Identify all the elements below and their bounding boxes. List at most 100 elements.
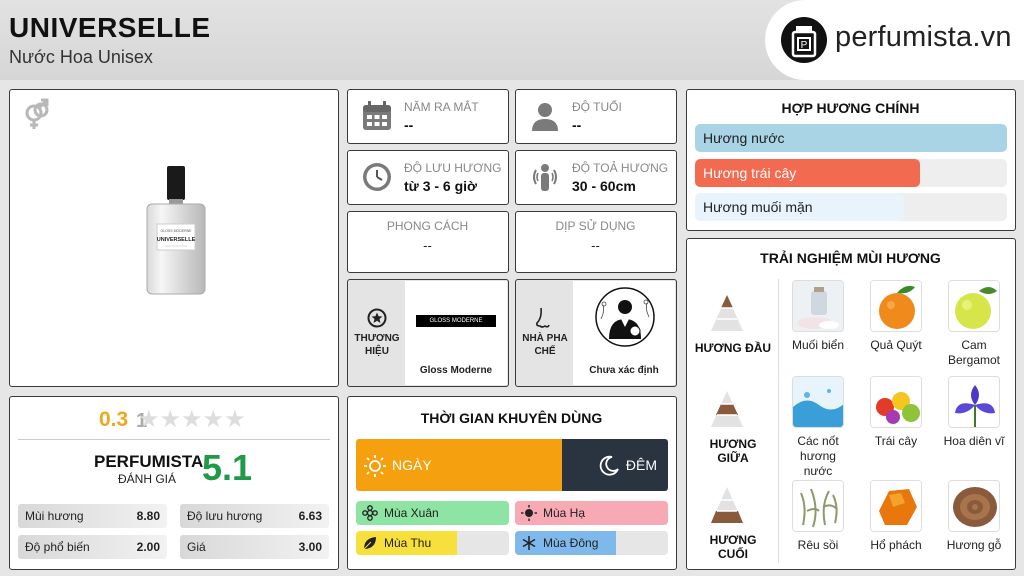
star-icon[interactable]: ★ [224, 406, 246, 433]
perfumer-label-line2: CHẾ [534, 346, 556, 357]
night-label: ĐÊM [625, 457, 658, 473]
note-item[interactable]: Muối biển [786, 280, 850, 353]
note-item[interactable]: Cam Bergamot [942, 280, 1006, 368]
water-notes-icon [792, 376, 844, 428]
note-item[interactable]: Trái cây [864, 376, 928, 449]
bergamot-icon [948, 280, 1000, 332]
fruits-icon [870, 376, 922, 428]
style-value: -- [423, 238, 432, 253]
brand-name: Gloss Moderne [419, 365, 493, 376]
stat-label: Mùi hương [25, 509, 84, 523]
night-segment: ĐÊM [561, 439, 668, 491]
longevity-card: ĐỘ LƯU HƯƠNG từ 3 - 6 giờ [347, 150, 509, 205]
note-name: Trái cây [874, 434, 918, 448]
perfumer-illustration-icon [595, 287, 655, 352]
longevity-label: ĐỘ LƯU HƯƠNG [404, 161, 502, 175]
usage-title: THỜI GIAN KHUYÊN DÙNG [420, 410, 603, 426]
rating-card: 0.3 1 ★★★★★ PERFUMISTA ĐÁNH GIÁ 5.1 Mùi … [9, 396, 339, 570]
note-item[interactable]: Rêu sồi [786, 480, 850, 553]
perfumer-name: Chưa xác định [589, 365, 659, 376]
oakmoss-icon [792, 480, 844, 532]
note-name: Rêu sồi [797, 538, 839, 552]
age-label: ĐỘ TUỔI [572, 100, 622, 114]
stat-scent: Mùi hương 8.80 [18, 504, 167, 528]
spring-flower-icon [362, 505, 378, 521]
main-accords-card: HỢP HƯƠNG CHÍNH Hương nước Hương trái câ… [686, 89, 1016, 231]
note-name: Quả Quýt [870, 338, 922, 352]
stat-popularity: Độ phổ biến 2.00 [18, 535, 167, 559]
accord-label: Hương muối mặn [703, 199, 813, 215]
perfume-bottle-logo-icon: P [781, 17, 827, 63]
note-item[interactable]: Quả Quýt [864, 280, 928, 353]
autumn-leaf-icon [362, 535, 378, 551]
brand-logo-area: GLOSS MODERNE Gloss Moderne [405, 281, 507, 385]
stat-value: 3.00 [298, 540, 322, 554]
brand-label-line2: HIỆU [365, 346, 389, 357]
moon-icon [598, 455, 620, 482]
day-label: NGÀY [392, 457, 432, 473]
person-icon [530, 101, 560, 136]
site-logo[interactable]: P perfumista.vn [765, 0, 1024, 80]
perfumista-brand: PERFUMISTA [94, 452, 204, 471]
perfumer-label-line1: NHÀ PHA [522, 333, 568, 344]
logo-text: perfumista.vn [835, 21, 1012, 53]
perfume-bottle-image: GLOSS MODERNE UNIVERSELLE [145, 166, 207, 301]
sillage-label: ĐỘ TOẢ HƯƠNG [572, 161, 669, 175]
note-name: Hổ phách [870, 538, 922, 552]
launch-year-value: -- [404, 117, 414, 133]
style-label: PHONG CÁCH [386, 219, 469, 233]
scent-notes-card: TRẢI NGHIỆM MÙI HƯƠNG HƯƠNG ĐẦU Muối biể… [686, 238, 1016, 570]
user-rating-score: 0.3 [99, 408, 129, 431]
usage-time-card: THỜI GIAN KHUYÊN DÙNG NGÀY ĐÊM Mùa Xuân … [347, 396, 677, 570]
stat-label: Độ phổ biến [25, 540, 90, 554]
season-label: Mùa Đông [543, 536, 599, 550]
accord-label: Hương trái cây [703, 165, 797, 181]
summer-sun-icon [521, 505, 537, 521]
occasion-label: DỊP SỬ DỤNG [555, 219, 636, 233]
product-title: UNIVERSELLE [9, 12, 211, 43]
sillage-person-icon [530, 162, 560, 197]
divider [778, 279, 779, 563]
notes-title: TRẢI NGHIỆM MÙI HƯƠNG [760, 250, 941, 266]
star-icon[interactable]: ★ [138, 406, 160, 433]
occasion-value: -- [591, 238, 600, 253]
header: UNIVERSELLE Nước Hoa Unisex P perfumista… [0, 0, 1024, 80]
pyramid-top-icon [709, 293, 745, 338]
brand-card[interactable]: THƯƠNG HIỆU GLOSS MODERNE Gloss Moderne [347, 279, 509, 387]
season-winter: Mùa Đông [515, 531, 668, 555]
perfumer-photo-area: Chưa xác định [573, 281, 675, 385]
season-label: Mùa Xuân [384, 506, 439, 520]
star-icon[interactable]: ★ [160, 406, 182, 433]
note-item[interactable]: Hương gỗ [942, 480, 1006, 553]
gender-unisex-icon [19, 96, 55, 137]
pyramid-middle-icon [709, 389, 745, 434]
note-name: Cam Bergamot [947, 338, 1001, 367]
note-item[interactable]: Hoa diên vĩ [942, 376, 1006, 449]
sillage-value: 30 - 60cm [572, 178, 636, 194]
season-level [515, 501, 668, 525]
iris-icon [948, 376, 1000, 428]
launch-year-label: NĂM RA MẮT [404, 100, 479, 114]
season-autumn: Mùa Thu [356, 531, 509, 555]
tier-label: HƯƠNG ĐẦU [694, 341, 772, 355]
note-name: Hoa diên vĩ [943, 434, 1005, 448]
accord-bar: Hương trái cây [695, 159, 1007, 187]
age-value: -- [572, 117, 582, 133]
season-spring: Mùa Xuân [356, 501, 509, 525]
note-item[interactable]: Hổ phách [864, 480, 928, 553]
note-item[interactable]: Các nốt hương nước [786, 376, 850, 479]
accord-bar: Hương muối mặn [695, 193, 1007, 221]
tier-label: HƯƠNG GIỮA [709, 437, 757, 465]
perfumista-subtitle: ĐÁNH GIÁ [118, 472, 177, 486]
divider [18, 439, 330, 440]
stat-label: Độ lưu hương [187, 509, 263, 523]
star-icon[interactable]: ★ [203, 406, 225, 433]
star-icon[interactable]: ★ [181, 406, 203, 433]
age-card: ĐỘ TUỔI -- [515, 89, 677, 144]
note-name: Muối biển [791, 338, 845, 352]
brand-label-line1: THƯƠNG [354, 333, 400, 344]
perfumer-card[interactable]: NHÀ PHA CHẾ Chưa xác định [515, 279, 677, 387]
mandarin-icon [870, 280, 922, 332]
accords-title: HỢP HƯƠNG CHÍNH [781, 100, 920, 116]
star-rating[interactable]: ★★★★★ [138, 405, 246, 434]
